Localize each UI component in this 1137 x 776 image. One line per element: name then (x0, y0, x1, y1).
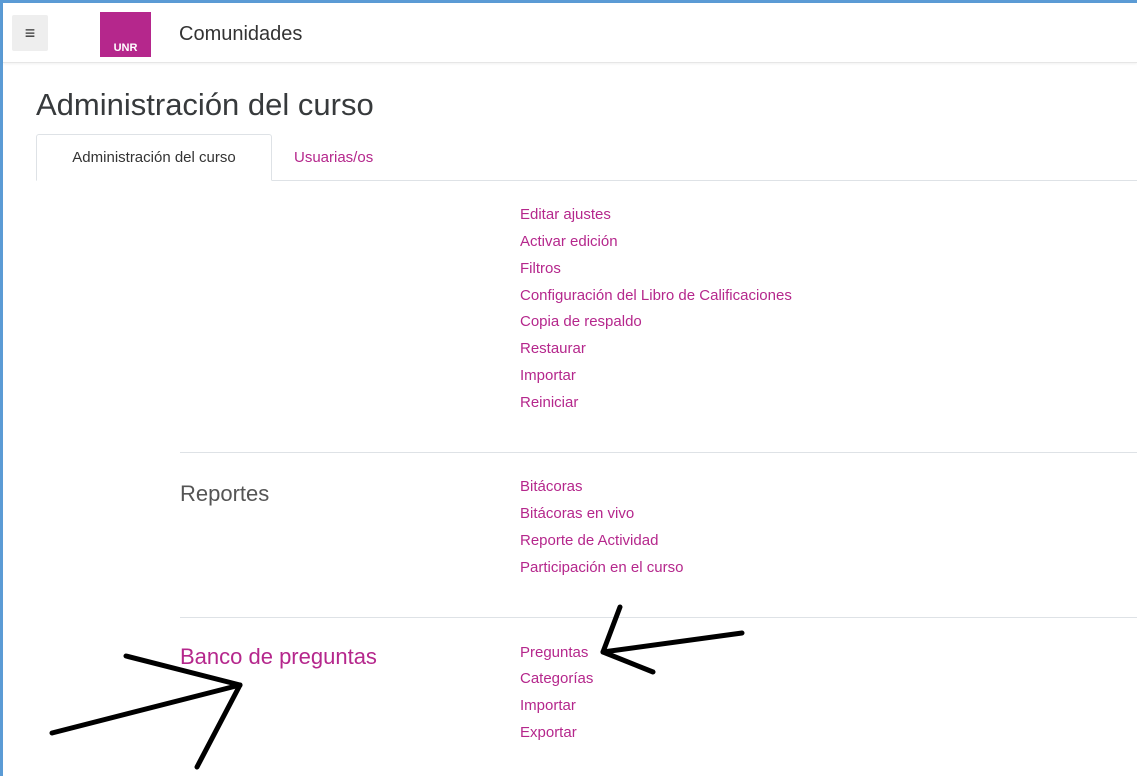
arrow-right-shaft (600, 630, 745, 655)
arrow-right-head-upper (600, 604, 623, 655)
annotation-arrows (49, 604, 745, 770)
arrow-left-head-lower (194, 682, 243, 770)
arrow-right-head-lower (600, 649, 656, 675)
arrow-left-head-upper (123, 653, 243, 688)
arrow-left-shaft (49, 682, 243, 736)
